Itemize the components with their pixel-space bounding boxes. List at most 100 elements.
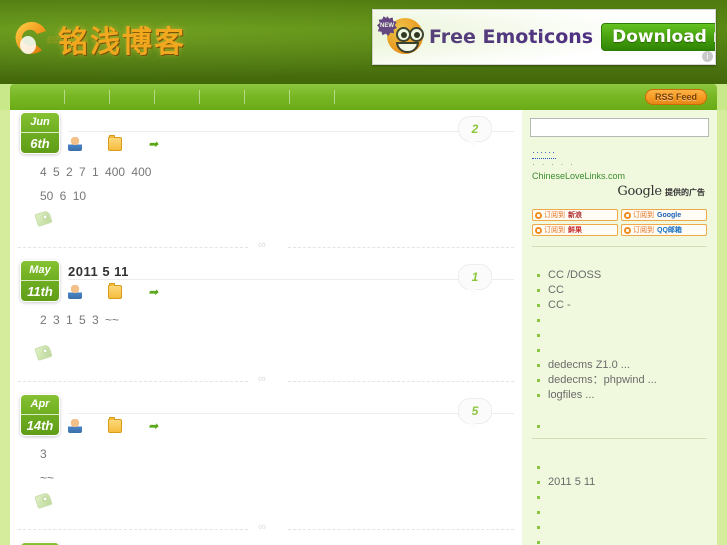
list-item[interactable] bbox=[534, 419, 709, 434]
post-date-day: 6th bbox=[30, 136, 50, 151]
list-item[interactable] bbox=[534, 328, 709, 343]
post-category[interactable] bbox=[108, 417, 126, 433]
list-item[interactable]: dedecms：phpwind ... bbox=[534, 373, 709, 388]
post-readmore[interactable]: ➡ bbox=[148, 285, 166, 299]
subscribe-button-sina[interactable]: 订阅到 新浪 bbox=[532, 209, 618, 221]
post-meta: ➡ bbox=[68, 417, 188, 434]
subscribe-button-google[interactable]: 订阅到 Google bbox=[621, 209, 707, 221]
site-logo[interactable]: 铭浅博客 bbox=[12, 8, 186, 70]
sidebar-section-list: CC /DOSS CC CC - dedecms Z1.0 ... dedecm… bbox=[530, 268, 709, 403]
post-author[interactable] bbox=[68, 285, 86, 299]
post-divider: ∞ bbox=[10, 236, 514, 258]
nav-item-2[interactable] bbox=[109, 90, 154, 104]
subscribe-label: 订阅到 bbox=[633, 227, 654, 234]
nav-item-5[interactable] bbox=[244, 90, 289, 104]
list-item[interactable] bbox=[534, 505, 709, 520]
divider-ornament: ∞ bbox=[258, 239, 266, 251]
post-date-month: May bbox=[21, 261, 59, 281]
post-tags[interactable] bbox=[10, 490, 522, 518]
subscribe-button-qqmail[interactable]: 订阅到 QQ邮箱 bbox=[621, 224, 707, 236]
google-wordmark: Google bbox=[617, 184, 662, 199]
post-body: 3 ~~ bbox=[10, 436, 522, 490]
comment-count-bubble[interactable]: 1 bbox=[458, 264, 492, 295]
new-badge: NEW bbox=[377, 16, 397, 36]
nav-item-7[interactable] bbox=[334, 90, 379, 104]
left-gutter bbox=[0, 110, 10, 545]
post-tags[interactable] bbox=[10, 208, 522, 236]
list-item[interactable] bbox=[534, 460, 709, 475]
ad-info-icon[interactable]: i bbox=[702, 51, 713, 62]
nav-item-0[interactable] bbox=[30, 90, 64, 104]
divider-ornament: ∞ bbox=[258, 373, 266, 385]
comment-count-bubble[interactable]: 5 bbox=[458, 398, 492, 429]
post-header-rule bbox=[68, 413, 514, 414]
swirl-logo-icon bbox=[12, 19, 52, 59]
rss-dot-icon bbox=[624, 226, 631, 234]
post-body: 4 5 2 7 1 400 400 50 6 10 bbox=[10, 154, 522, 208]
sidebar-section-list bbox=[530, 419, 709, 434]
subscribe-site: QQ邮箱 bbox=[657, 227, 682, 234]
post-item: May 11th 2011 5 11 ➡ 1 2 3 1 5 3 ~~ ∞ bbox=[10, 258, 522, 392]
post-readmore[interactable]: ➡ bbox=[148, 137, 166, 151]
sidebar-divider bbox=[532, 438, 707, 439]
list-item[interactable]: logfiles ... bbox=[534, 388, 709, 403]
post-date-month: Jun bbox=[21, 113, 59, 133]
nav-item-4[interactable] bbox=[199, 90, 244, 104]
post-author[interactable] bbox=[68, 419, 86, 433]
list-item[interactable] bbox=[534, 490, 709, 505]
list-item[interactable]: dedecms Z1.0 ... bbox=[534, 358, 709, 373]
ad-description: · · · · · bbox=[532, 159, 575, 169]
main-nav: RSS Feed bbox=[10, 84, 717, 110]
subscribe-site: 鲜果 bbox=[568, 227, 582, 234]
ad-title-link[interactable]: ······ bbox=[532, 147, 556, 159]
post-tags[interactable] bbox=[10, 342, 522, 370]
post-divider: ∞ bbox=[10, 518, 514, 540]
post-category[interactable] bbox=[108, 135, 126, 151]
folder-icon bbox=[108, 417, 122, 433]
tag-icon bbox=[34, 492, 53, 509]
search-input[interactable] bbox=[530, 118, 709, 137]
list-item[interactable] bbox=[534, 520, 709, 535]
list-item[interactable]: CC /DOSS bbox=[534, 268, 709, 283]
list-item[interactable] bbox=[534, 343, 709, 358]
post-title[interactable]: 2011 5 11 bbox=[68, 264, 129, 279]
tag-icon bbox=[34, 344, 53, 361]
sidebar-divider bbox=[532, 246, 707, 247]
post-category[interactable] bbox=[108, 283, 126, 299]
ad-provider: Google 提供的广告 bbox=[532, 182, 709, 199]
divider-ornament: ∞ bbox=[258, 521, 266, 533]
comment-count-bubble[interactable]: 2 bbox=[458, 116, 492, 147]
post-readmore[interactable]: ➡ bbox=[148, 419, 166, 433]
post-author[interactable] bbox=[68, 137, 86, 151]
banner-download-button[interactable]: Download now! bbox=[601, 23, 715, 51]
post-body-line: ~~ bbox=[40, 471, 55, 485]
ad-url[interactable]: ChineseLoveLinks.com bbox=[532, 170, 709, 182]
post-header: Apr 12th ➡ 1 bbox=[10, 540, 522, 545]
ad-provider-text: 提供的广告 bbox=[665, 188, 705, 197]
nav-item-3[interactable] bbox=[154, 90, 199, 104]
list-item[interactable]: CC bbox=[534, 283, 709, 298]
list-item[interactable]: 2011 5 11 bbox=[534, 475, 709, 490]
site-logo-text: 铭浅博客 bbox=[58, 25, 186, 60]
post-meta: ➡ bbox=[68, 135, 188, 152]
list-item[interactable] bbox=[534, 313, 709, 328]
ad-banner[interactable]: NEW Free Emoticons Download now! i bbox=[372, 9, 716, 65]
user-icon bbox=[68, 137, 82, 151]
list-item[interactable] bbox=[534, 535, 709, 545]
sidebar-section-title bbox=[530, 403, 709, 419]
post-body-line: 2 3 1 5 3 ~~ bbox=[40, 313, 120, 327]
post-date-badge: Jun 6th bbox=[20, 112, 60, 154]
subscribe-button-xianguo[interactable]: 订阅到 鲜果 bbox=[532, 224, 618, 236]
post-date-badge: May 11th bbox=[20, 260, 60, 302]
google-ad-block: ······ · · · · · ChineseLoveLinks.com Go… bbox=[530, 137, 709, 201]
rss-feed-button[interactable]: RSS Feed bbox=[644, 89, 707, 105]
list-item[interactable]: CC - bbox=[534, 298, 709, 313]
nav-item-1[interactable] bbox=[64, 90, 109, 104]
folder-icon bbox=[108, 283, 122, 299]
sidebar: ······ · · · · · ChineseLoveLinks.com Go… bbox=[522, 110, 717, 545]
post-body-line: 3 bbox=[40, 447, 47, 461]
arrow-right-icon: ➡ bbox=[148, 419, 159, 433]
post-header-rule bbox=[68, 131, 514, 132]
nav-item-6[interactable] bbox=[289, 90, 334, 104]
post-meta: ➡ bbox=[68, 283, 188, 300]
